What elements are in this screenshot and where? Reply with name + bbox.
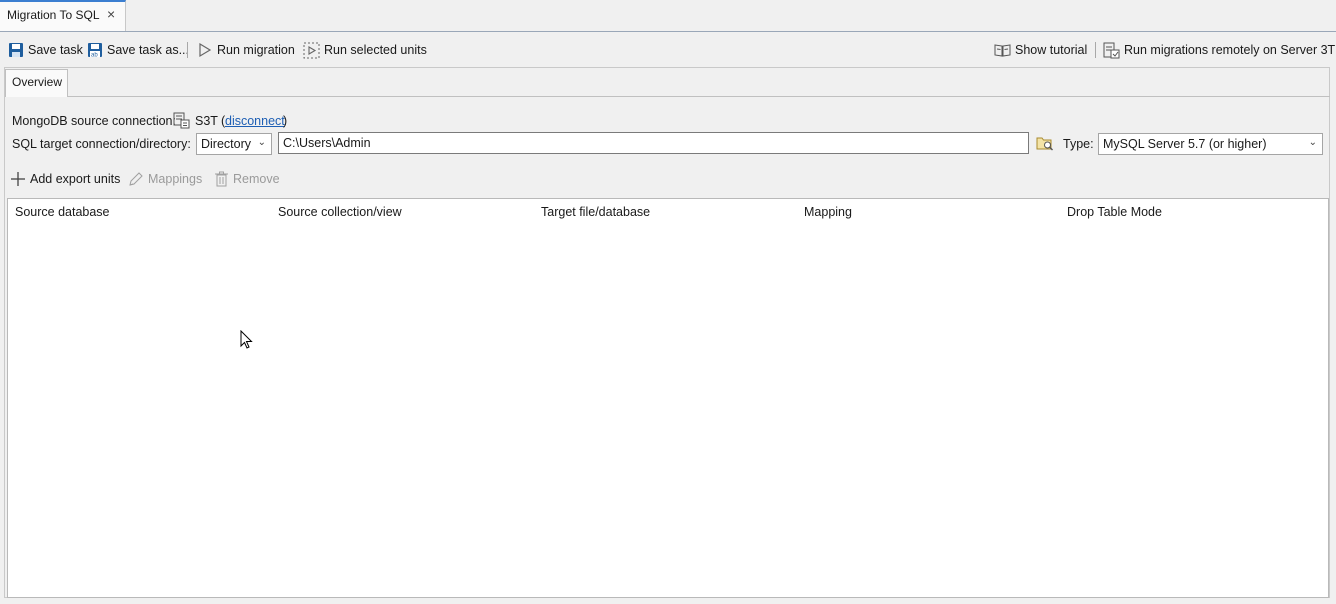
tab-title: Migration To SQL [7, 8, 100, 22]
subtab-divider [68, 96, 1330, 97]
chevron-down-icon: ⌄ [257, 137, 266, 148]
column-header-mapping[interactable]: Mapping [804, 205, 852, 219]
save-task-label: Save task [28, 43, 83, 57]
sql-type-select[interactable]: MySQL Server 5.7 (or higher) ⌄ [1098, 133, 1323, 155]
remove-label: Remove [233, 172, 280, 186]
target-path-value: C:\Users\Admin [283, 136, 371, 150]
play-icon [197, 42, 213, 58]
trash-icon [214, 171, 229, 187]
column-header-source-collection[interactable]: Source collection/view [278, 205, 402, 219]
run-selected-units-button[interactable]: Run selected units [303, 40, 427, 60]
toolbar-separator [187, 42, 188, 58]
save-task-as-button[interactable]: ab Save task as... [87, 40, 189, 60]
export-units-table[interactable] [7, 198, 1329, 598]
mappings-label: Mappings [148, 172, 203, 186]
close-icon[interactable]: × [107, 6, 115, 22]
database-connection-icon [173, 112, 190, 129]
show-tutorial-label: Show tutorial [1015, 43, 1088, 57]
sql-type-value: MySQL Server 5.7 (or higher) [1103, 137, 1267, 151]
disconnect-link[interactable]: disconnect [225, 114, 285, 128]
target-path-input[interactable]: C:\Users\Admin [278, 132, 1029, 154]
column-header-target[interactable]: Target file/database [541, 205, 650, 219]
chevron-down-icon: ⌄ [1308, 137, 1317, 148]
target-connection-label: SQL target connection/directory: [12, 137, 191, 151]
show-tutorial-button[interactable]: Show tutorial [994, 40, 1087, 60]
run-selected-units-label: Run selected units [324, 43, 427, 57]
tab-strip [0, 0, 1336, 32]
save-task-as-label: Save task as... [107, 43, 189, 57]
toolbar-separator [1095, 42, 1096, 58]
target-mode-select[interactable]: Directory ⌄ [196, 133, 272, 155]
add-export-units-label: Add export units [30, 172, 121, 186]
remove-button[interactable]: Remove [214, 169, 280, 189]
run-selected-icon [303, 42, 320, 59]
folder-browse-icon[interactable] [1036, 134, 1055, 152]
save-as-icon: ab [87, 42, 103, 58]
source-connection-name: S3T [195, 114, 218, 128]
target-mode-value: Directory [201, 137, 252, 151]
book-icon [994, 42, 1011, 58]
column-header-drop-table-mode[interactable]: Drop Table Mode [1067, 205, 1162, 219]
tab-overview-label: Overview [12, 75, 63, 89]
server-run-icon [1103, 42, 1120, 59]
mappings-button[interactable]: Mappings [128, 169, 202, 189]
save-icon [8, 42, 24, 58]
svg-text:ab: ab [91, 53, 98, 59]
source-connection-label: MongoDB source connection: [12, 114, 176, 128]
column-header-source-database[interactable]: Source database [15, 205, 110, 219]
run-migration-label: Run migration [217, 43, 295, 57]
mouse-cursor-icon [240, 330, 253, 350]
type-label: Type: [1063, 137, 1094, 151]
pencil-icon [128, 171, 144, 187]
close-paren: ) [283, 114, 288, 128]
add-export-units-button[interactable]: Add export units [10, 169, 120, 189]
run-remote-label: Run migrations remotely on Server 3T [1124, 43, 1336, 57]
save-task-button[interactable]: Save task [8, 40, 83, 60]
run-migration-button[interactable]: Run migration [197, 40, 295, 60]
run-remote-button[interactable]: Run migrations remotely on Server 3T [1103, 40, 1335, 60]
plus-icon [10, 171, 26, 187]
